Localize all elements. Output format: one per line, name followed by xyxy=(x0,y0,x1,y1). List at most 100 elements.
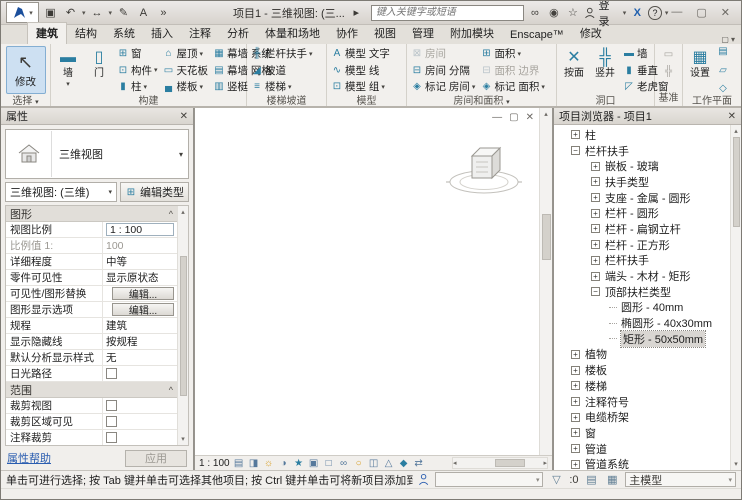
wall-button[interactable]: ▬ 墙 ▾ xyxy=(54,46,82,90)
scroll-thumb[interactable] xyxy=(495,459,525,467)
window-button[interactable]: ⊞ 窗 xyxy=(116,46,159,61)
expand-icon[interactable]: + xyxy=(591,177,600,186)
tag-button[interactable]: ✎ xyxy=(115,4,132,22)
visual-style-icon[interactable]: ◨ xyxy=(248,458,260,469)
scroll-down-icon[interactable]: ▾ xyxy=(734,460,738,468)
expand-icon[interactable]: + xyxy=(571,381,580,390)
tag-area-button[interactable]: ◈ 标记 面积 ▾ xyxy=(479,79,545,94)
design-option-select[interactable]: 主模型 ▾ xyxy=(625,472,736,487)
reveal-constraints-icon[interactable]: ⇄ xyxy=(413,458,425,469)
column-button[interactable]: ▮ 柱 ▾ xyxy=(116,79,159,94)
login-caret-icon[interactable]: ▾ xyxy=(623,9,627,17)
expand-icon[interactable]: + xyxy=(571,130,580,139)
exchange-apps-icon[interactable]: X xyxy=(629,4,645,22)
ref-plane-button[interactable]: ▱ xyxy=(717,65,729,76)
tree-item[interactable]: +栏杆 - 正方形 xyxy=(554,237,730,253)
browser-scrollbar[interactable]: ▴ ▾ xyxy=(730,125,741,470)
hidden-lines-value[interactable]: 按规程 xyxy=(103,334,177,349)
measure-button[interactable]: ↔ xyxy=(88,4,105,22)
expand-icon[interactable]: + xyxy=(571,444,580,453)
undo-caret-icon[interactable]: ▾ xyxy=(82,9,86,17)
scroll-thumb[interactable] xyxy=(180,256,187,396)
sun-path-checkbox[interactable] xyxy=(106,368,117,379)
scroll-thumb[interactable] xyxy=(733,137,740,227)
model-group-button[interactable]: ⊡ 模型 组 ▾ xyxy=(330,79,391,94)
tree-item[interactable]: −栏杆扶手 xyxy=(554,143,730,159)
tab-systems[interactable]: 系统 xyxy=(105,23,143,44)
measure-caret-icon[interactable]: ▾ xyxy=(108,9,112,17)
tree-item[interactable]: +柱 xyxy=(554,127,730,143)
expand-icon[interactable]: + xyxy=(571,428,580,437)
scroll-right-icon[interactable]: ▸ xyxy=(543,459,547,467)
instance-selector[interactable]: 三维视图: (三维) ▾ xyxy=(5,182,117,202)
canvas-vertical-scrollbar[interactable]: ▴ xyxy=(539,108,552,455)
view-canvas[interactable]: — ▢ ✕ ▴ xyxy=(195,108,552,455)
show-work-plane-button[interactable]: ▤ xyxy=(717,46,729,57)
help-caret-icon[interactable]: ▾ xyxy=(665,9,669,17)
close-button[interactable]: ✕ xyxy=(721,6,730,19)
annotation-crop-checkbox[interactable] xyxy=(106,432,117,443)
view-restore-icon[interactable]: ▢ xyxy=(509,112,518,123)
tab-view[interactable]: 视图 xyxy=(366,23,404,44)
tab-enscape[interactable]: Enscape™ xyxy=(502,27,572,44)
help-button[interactable]: ? xyxy=(648,6,662,20)
viewcube[interactable] xyxy=(442,138,526,200)
expand-icon[interactable]: + xyxy=(591,224,600,233)
scroll-left-icon[interactable]: ◂ xyxy=(453,459,457,467)
properties-help-link[interactable]: 属性帮助 xyxy=(7,450,51,466)
communication-center-icon[interactable]: ◉ xyxy=(546,4,562,22)
editable-only-icon[interactable]: ▤ xyxy=(584,472,600,487)
expand-icon[interactable]: + xyxy=(571,350,580,359)
area-button[interactable]: ⊞ 面积 ▾ xyxy=(479,46,545,61)
set-work-plane-button[interactable]: ▦ 设置 xyxy=(686,46,714,79)
door-button[interactable]: ▯ 门 xyxy=(85,46,113,79)
undo-button[interactable]: ↶ xyxy=(62,4,79,22)
tree-item[interactable]: +楼梯 xyxy=(554,378,730,394)
tree-item[interactable]: +嵌板 - 玻璃 xyxy=(554,158,730,174)
temporary-hide-isolate-icon[interactable]: ∞ xyxy=(338,458,350,469)
show-crop-region-icon[interactable]: □ xyxy=(323,458,335,469)
tab-insert[interactable]: 插入 xyxy=(143,23,181,44)
tree-item[interactable]: −顶部扶栏类型 xyxy=(554,284,730,300)
tree-item[interactable]: +注释符号 xyxy=(554,394,730,410)
scroll-thumb[interactable] xyxy=(542,214,551,260)
scale-button[interactable]: 1 : 100 xyxy=(199,458,230,469)
section-pin-icon[interactable]: ^ xyxy=(169,209,173,219)
component-button[interactable]: ⊡ 构件 ▾ xyxy=(116,63,159,78)
ceiling-button[interactable]: ▭ 天花板 xyxy=(162,63,210,78)
room-separator-button[interactable]: ⊟ 房间 分隔 xyxy=(410,63,476,78)
tree-item[interactable]: 椭圆形 - 40x30mm xyxy=(554,315,730,331)
tree-item[interactable]: +管道系统 xyxy=(554,456,730,470)
render-icon[interactable]: ★ xyxy=(293,458,305,469)
modify-button[interactable]: ↖ 修改 xyxy=(6,46,46,94)
expand-icon[interactable]: + xyxy=(591,162,600,171)
model-text-button[interactable]: A 模型 文字 xyxy=(330,46,391,61)
tree-item[interactable]: +管道 xyxy=(554,441,730,457)
type-selector[interactable]: 三维视图 ▾ xyxy=(5,129,189,179)
roof-button[interactable]: ⌂ 屋顶 ▾ xyxy=(162,46,210,61)
expand-icon[interactable]: + xyxy=(571,460,580,469)
scroll-up-icon[interactable]: ▴ xyxy=(544,110,548,118)
tab-collaborate[interactable]: 协作 xyxy=(328,23,366,44)
search-input[interactable] xyxy=(371,5,524,21)
expand-icon[interactable]: + xyxy=(571,413,580,422)
collapse-icon[interactable]: − xyxy=(591,287,600,296)
search-expand-icon[interactable]: ▸ xyxy=(348,4,365,22)
minimize-button[interactable]: — xyxy=(671,6,682,19)
tree-item[interactable]: +电缆桥架 xyxy=(554,409,730,425)
scroll-up-icon[interactable]: ▴ xyxy=(734,127,738,135)
tree-item[interactable]: +楼板 xyxy=(554,362,730,378)
tree-item[interactable]: 圆形 - 40mm xyxy=(554,300,730,316)
tree-item[interactable]: +栏杆扶手 xyxy=(554,253,730,269)
crop-region-visible-checkbox[interactable] xyxy=(106,416,117,427)
maximize-button[interactable]: ▢ xyxy=(696,6,706,19)
favorites-icon[interactable]: ☆ xyxy=(565,4,581,22)
tree-item[interactable]: +植物 xyxy=(554,347,730,363)
section-pin-icon[interactable]: ^ xyxy=(169,385,173,395)
tree-item[interactable]: +扶手类型 xyxy=(554,174,730,190)
filter-icon[interactable]: ▽ xyxy=(548,472,564,487)
tag-room-button[interactable]: ◈ 标记 房间 ▾ xyxy=(410,79,476,94)
project-browser-close-icon[interactable]: ✕ xyxy=(728,111,736,122)
detail-level-value[interactable]: 中等 xyxy=(103,254,177,269)
crop-view-icon[interactable]: ▣ xyxy=(308,458,320,469)
